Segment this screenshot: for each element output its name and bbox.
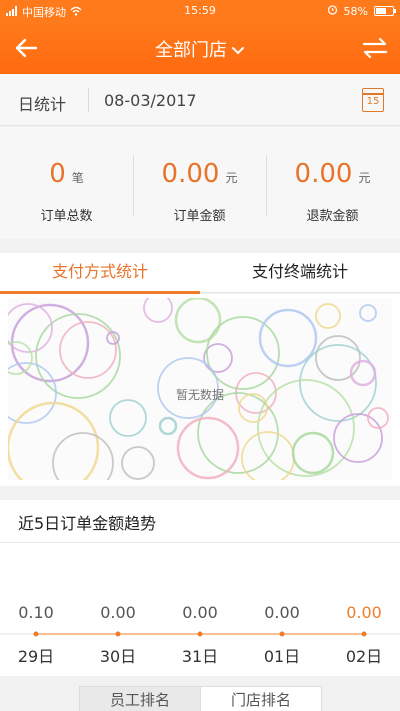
divider — [0, 542, 400, 543]
decorative-bubble — [109, 399, 147, 437]
data-label: 0.00 — [100, 603, 136, 622]
trend-chart: 0.10 29日 0.00 30日 0.00 31日 0.00 01日 0.00 02日 — [0, 603, 400, 666]
data-point[interactable] — [115, 631, 121, 637]
decorative-bubble — [52, 432, 114, 480]
decorative-bubble — [315, 303, 341, 329]
swap-button[interactable] — [360, 34, 390, 62]
payment-chart-section: 暂无数据 — [0, 294, 400, 486]
alarm-icon — [327, 4, 338, 18]
data-point[interactable] — [279, 631, 285, 637]
stat-value: 0.00 — [161, 159, 220, 189]
divider — [88, 88, 89, 112]
stat-refund-amount: 0.00 元 退款金额 — [266, 127, 399, 239]
stat-tabs: 支付方式统计 支付终端统计 — [0, 253, 400, 294]
decorative-bubble — [333, 413, 383, 463]
calendar-day: 15 — [366, 96, 380, 107]
data-label: 0.00 — [264, 603, 300, 622]
ranking-tabs: 员工排名 门店排名 — [0, 680, 400, 711]
calendar-icon[interactable]: 15 — [362, 88, 384, 112]
page-title: 全部门店 — [155, 40, 227, 61]
data-label: 0.00 — [346, 603, 382, 622]
decorative-bubble — [143, 298, 173, 323]
data-label: 0.10 — [18, 603, 54, 622]
nav-bar: 全部门店 — [0, 22, 400, 74]
stat-unit: 元 — [358, 171, 371, 185]
x-tick-label: 02日 — [346, 647, 382, 666]
stat-unit: 元 — [225, 171, 238, 185]
data-point[interactable] — [361, 631, 367, 637]
decorative-bubble — [315, 335, 361, 381]
x-tick-label: 30日 — [100, 647, 136, 666]
decorative-bubble — [121, 446, 155, 480]
data-point[interactable] — [33, 631, 39, 637]
decorative-bubble — [174, 298, 222, 344]
status-right: 58% — [327, 4, 396, 18]
tab-payment-terminal[interactable]: 支付终端统计 — [200, 253, 400, 293]
empty-state-text: 暂无数据 — [175, 388, 224, 402]
stat-order-count: 0笔 订单总数 — [0, 127, 133, 239]
battery-icon — [374, 6, 396, 16]
stat-caption: 订单金额 — [173, 209, 226, 224]
stat-order-amount: 0.00 元 订单金额 — [133, 127, 266, 239]
x-tick-label: 29日 — [18, 647, 54, 666]
trend-section: 近5日订单金额趋势 0.10 29日 0.00 30日 0.00 31日 0.00 01日 0.… — [0, 500, 400, 676]
stat-caption: 订单总数 — [40, 209, 93, 224]
x-tick-label: 01日 — [264, 647, 300, 666]
payment-chart: 暂无数据 — [8, 298, 392, 480]
stat-caption: 退款金额 — [306, 209, 359, 224]
stat-value: 0.00 — [294, 159, 353, 189]
battery-percent: 58% — [343, 4, 368, 18]
data-label: 0.00 — [182, 603, 218, 622]
data-point[interactable] — [197, 631, 203, 637]
stat-value: 0 — [49, 159, 66, 189]
x-tick-label: 31日 — [182, 647, 218, 666]
daily-stat-label: 日统计 — [18, 95, 67, 114]
date-value[interactable]: 08-03/2017 — [104, 91, 197, 110]
tab-staff-ranking[interactable]: 员工排名 — [79, 686, 201, 711]
decorative-bubble — [158, 416, 178, 436]
stats-panel: 0笔 订单总数 0.00 元 订单金额 0.00 元 退款金额 — [0, 127, 400, 239]
decorative-bubble — [258, 308, 318, 368]
date-row: 日统计 08-03/2017 15 — [0, 74, 400, 126]
decorative-bubble — [359, 304, 377, 322]
status-bar: 中国移动 15:59 58% — [0, 0, 400, 22]
decorative-bubble — [291, 431, 335, 475]
tab-payment-method[interactable]: 支付方式统计 — [0, 253, 200, 294]
trend-title: 近5日订单金额趋势 — [18, 514, 157, 533]
decorative-bubble — [299, 344, 377, 422]
stat-unit: 笔 — [71, 171, 84, 185]
decorative-bubble — [176, 416, 240, 480]
swap-arrows-icon — [362, 37, 388, 59]
chevron-down-icon — [231, 40, 245, 61]
tab-store-ranking[interactable]: 门店排名 — [200, 686, 322, 711]
store-selector[interactable]: 全部门店 — [0, 36, 400, 62]
